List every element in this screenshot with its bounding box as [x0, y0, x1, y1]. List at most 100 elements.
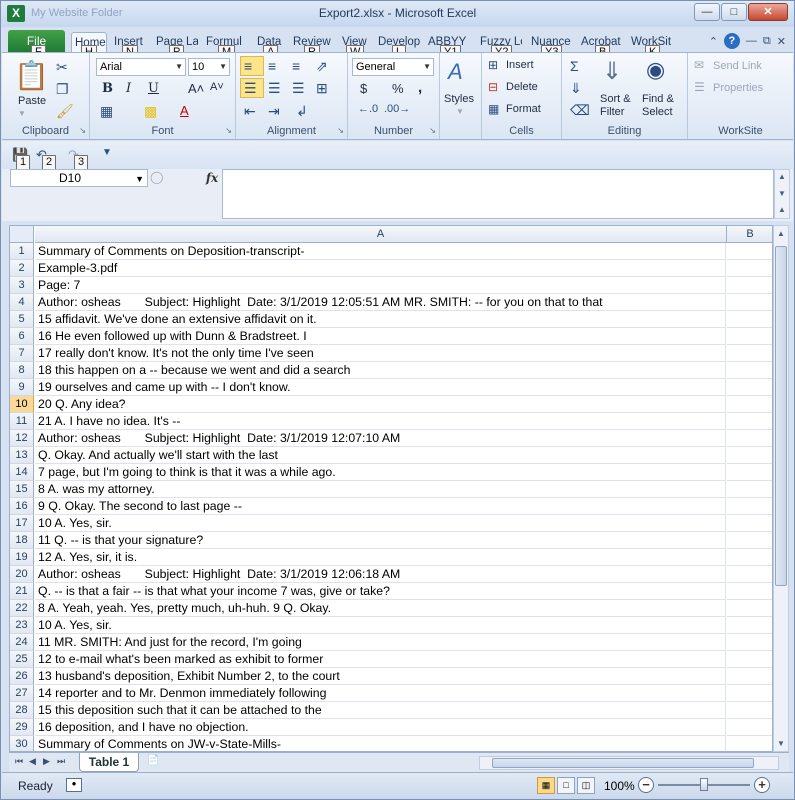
autosum-icon[interactable]: Σ	[570, 58, 579, 74]
format-cells-button[interactable]: Format	[506, 103, 541, 115]
cell-b[interactable]	[727, 413, 772, 430]
cell-b[interactable]	[727, 396, 772, 413]
cell-b[interactable]	[727, 464, 772, 481]
vertical-scrollbar[interactable]: ▲ ▼	[773, 225, 789, 752]
cell-a[interactable]: 9 Q. Okay. The second to last page --	[35, 498, 726, 515]
align-left-icon[interactable]: ☰	[244, 80, 257, 97]
cell-b[interactable]	[727, 481, 772, 498]
formula-bar-scroll[interactable]: ▲ ▼ ▲	[774, 169, 790, 219]
next-sheet-icon[interactable]: ▶	[43, 756, 50, 767]
cell-a[interactable]: Q. Okay. And actually we'll start with t…	[35, 447, 726, 464]
number-format-select[interactable]: General ▼	[352, 58, 434, 76]
row-header[interactable]: 15	[10, 481, 34, 498]
send-link-button[interactable]: Send Link	[713, 60, 762, 72]
row-header[interactable]: 26	[10, 668, 34, 685]
insert-cells-button[interactable]: Insert	[506, 59, 534, 71]
sheet-tab-table-1[interactable]: Table 1	[79, 753, 139, 772]
row-header[interactable]: 17	[10, 515, 34, 532]
row-header[interactable]: 27	[10, 685, 34, 702]
cell-b[interactable]	[727, 362, 772, 379]
cell-a[interactable]: 15 this deposition such that it can be a…	[35, 702, 726, 719]
cell-a[interactable]: 12 A. Yes, sir, it is.	[35, 549, 726, 566]
cell-a[interactable]: 16 He even followed up with Dunn & Brads…	[35, 328, 726, 345]
cell-b[interactable]	[727, 651, 772, 668]
cell-a[interactable]: Example-3.pdf	[35, 260, 726, 277]
row-header[interactable]: 6	[10, 328, 34, 345]
cell-a[interactable]: Summary of Comments on Deposition-transc…	[35, 243, 726, 260]
worksheet-grid[interactable]: A B 1 Summary of Comments on Deposition-t…	[9, 225, 773, 752]
format-painter-icon[interactable]: 🖌	[56, 103, 74, 120]
wrap-text-icon[interactable]: ↲	[296, 103, 308, 120]
cell-a[interactable]: 16 deposition, and I have no objection.	[35, 719, 726, 736]
column-header-b[interactable]: B	[727, 226, 772, 243]
cell-b[interactable]	[727, 549, 772, 566]
row-header[interactable]: 1	[10, 243, 34, 260]
row-header[interactable]: 28	[10, 702, 34, 719]
underline-button[interactable]: U	[148, 81, 159, 96]
row-header[interactable]: 8	[10, 362, 34, 379]
copy-icon[interactable]: ❐	[56, 81, 69, 98]
grow-font-icon[interactable]: A˄	[188, 81, 204, 96]
shrink-font-icon[interactable]: A˅	[210, 81, 224, 93]
cell-a[interactable]: 19 ourselves and came up with -- I don't…	[35, 379, 726, 396]
row-header[interactable]: 29	[10, 719, 34, 736]
bold-button[interactable]: B	[102, 81, 113, 96]
formula-input[interactable]	[222, 169, 774, 219]
scroll-up-icon[interactable]: ▲	[774, 227, 788, 241]
cell-b[interactable]	[727, 294, 772, 311]
zoom-out-button[interactable]: −	[638, 777, 654, 793]
row-header[interactable]: 30	[10, 736, 34, 751]
cell-a[interactable]: 15 affidavit. We've done an extensive af…	[35, 311, 726, 328]
row-header[interactable]: 9	[10, 379, 34, 396]
cell-b[interactable]	[727, 566, 772, 583]
vertical-scroll-thumb[interactable]	[775, 246, 787, 586]
cell-a[interactable]: Summary of Comments on JW-v-State-Mills-	[35, 736, 726, 751]
cell-a[interactable]: Author: osheas Subject: Highlight Date: …	[35, 566, 726, 583]
borders-icon[interactable]: ▦	[100, 103, 113, 120]
row-header[interactable]: 20	[10, 566, 34, 583]
cell-a[interactable]: 17 really don't know. It's not the only …	[35, 345, 726, 362]
percent-button[interactable]: %	[392, 81, 404, 96]
row-header[interactable]: 13	[10, 447, 34, 464]
align-right-icon[interactable]: ☰	[292, 80, 305, 97]
cell-b[interactable]	[727, 617, 772, 634]
paste-icon[interactable]: 📋	[14, 59, 49, 92]
cell-a[interactable]: 21 A. I have no idea. It's --	[35, 413, 726, 430]
row-header[interactable]: 10	[10, 396, 34, 413]
clear-icon[interactable]: ⌫	[570, 102, 590, 119]
customize-qat-icon[interactable]: ▼	[102, 147, 112, 158]
align-center-icon[interactable]: ☰	[268, 80, 281, 97]
cell-b[interactable]	[727, 243, 772, 260]
insert-function-button[interactable]: fx	[202, 169, 222, 187]
cell-b[interactable]	[727, 447, 772, 464]
merge-center-icon[interactable]: ⊞	[316, 80, 328, 97]
paste-dropdown-icon[interactable]: ▼	[18, 109, 26, 118]
find-button[interactable]: Find &	[642, 93, 674, 105]
format-cells-icon[interactable]: ▦	[488, 102, 499, 116]
select-button[interactable]: Select	[642, 106, 673, 118]
row-header[interactable]: 18	[10, 532, 34, 549]
top-align-icon[interactable]: ≡	[244, 58, 252, 74]
zoom-slider-handle[interactable]	[700, 778, 708, 791]
number-launcher-icon[interactable]: ↘	[429, 126, 436, 135]
styles-button[interactable]: Styles	[444, 93, 474, 105]
row-header[interactable]: 16	[10, 498, 34, 515]
cell-b[interactable]	[727, 702, 772, 719]
page-layout-view-icon[interactable]: □	[557, 777, 575, 794]
cut-icon[interactable]: ✂	[56, 59, 68, 76]
doc-close-icon[interactable]: ✕	[777, 35, 786, 48]
last-sheet-icon[interactable]: ⏭	[57, 756, 65, 767]
page-break-view-icon[interactable]: ◫	[577, 777, 595, 794]
row-header[interactable]: 11	[10, 413, 34, 430]
expand-formula-icon[interactable]: ▲	[775, 203, 789, 217]
row-header[interactable]: 5	[10, 311, 34, 328]
italic-button[interactable]: I	[126, 81, 131, 96]
cell-a[interactable]: 18 this happen on a -- because we went a…	[35, 362, 726, 379]
cell-b[interactable]	[727, 736, 772, 751]
sort-filter-icon[interactable]: ⇓	[602, 57, 622, 86]
select-all-corner[interactable]	[10, 226, 34, 243]
cell-b[interactable]	[727, 719, 772, 736]
minimize-button[interactable]: —	[694, 3, 720, 21]
find-select-icon[interactable]: ◉	[646, 57, 665, 83]
formula-cancel-icon[interactable]: ◯	[150, 170, 163, 184]
